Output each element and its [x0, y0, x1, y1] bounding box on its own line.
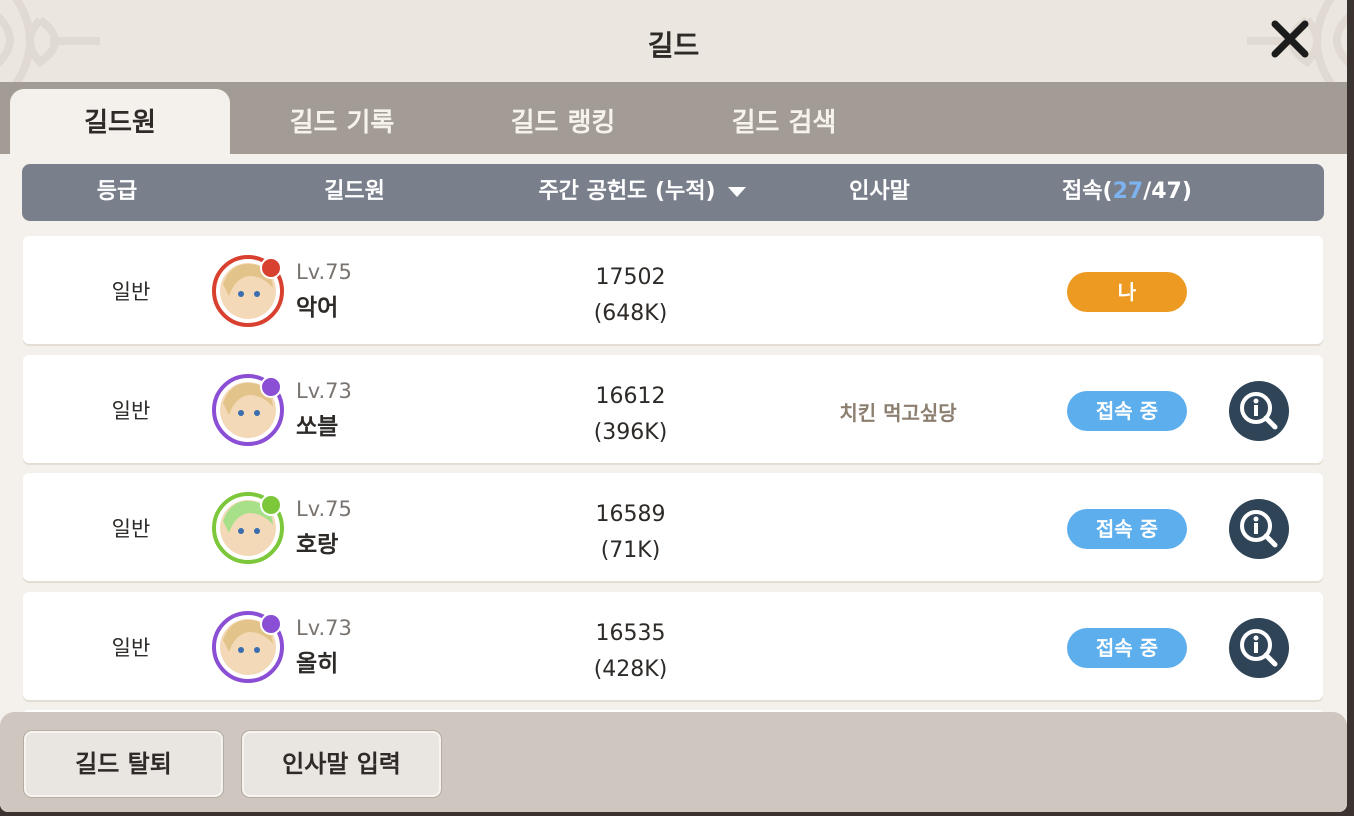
member-level: Lv.73	[296, 379, 352, 403]
greeting-input-button[interactable]: 인사말 입력	[242, 731, 441, 797]
magnifier-info-icon[interactable]	[1228, 617, 1290, 679]
total-contribution: (648K)	[593, 301, 668, 326]
member-level: Lv.75	[296, 497, 352, 521]
guild-window: 길드 길드원 길드 기록 길드 랭킹 길드 검색 등급 길드원 주간 공헌도 (…	[0, 0, 1347, 812]
member-grade: 일반	[111, 636, 151, 660]
member-greeting: 치킨 먹고싶당	[839, 401, 957, 425]
member-contribution: 16535 (428K)	[563, 616, 698, 688]
total-contribution: (396K)	[593, 420, 668, 445]
magnifier-info-icon[interactable]	[1228, 498, 1290, 560]
bottom-bar: 길드 탈퇴 인사말 입력	[0, 712, 1347, 812]
tab-members[interactable]: 길드원	[10, 89, 230, 154]
header-member: 길드원	[324, 179, 385, 204]
status-badge: 접속 중	[1067, 628, 1187, 668]
total-contribution: (71K)	[600, 538, 661, 563]
member-grade: 일반	[111, 399, 151, 423]
window-title: 길드	[647, 29, 700, 62]
header-online-label: 접속(	[1062, 179, 1113, 204]
header-grade: 등급	[96, 179, 138, 204]
member-contribution: 16589 (71K)	[563, 497, 698, 569]
weekly-contribution: 16589	[595, 502, 666, 527]
member-avatar[interactable]	[211, 254, 285, 328]
member-contribution: 17502 (648K)	[563, 260, 698, 332]
member-row[interactable]: 일반 Lv.75 호랑 16589 (71K) 접속 중	[23, 473, 1323, 581]
tab-bar: 길드원 길드 기록 길드 랭킹 길드 검색	[0, 82, 1347, 154]
member-grade: 일반	[111, 517, 151, 541]
status-badge: 나	[1067, 272, 1187, 312]
weekly-contribution: 16535	[595, 621, 666, 646]
table-header: 등급 길드원 주간 공헌도 (누적) 인사말 접속(27/47)	[22, 164, 1324, 221]
sort-down-icon	[727, 187, 746, 197]
member-row[interactable]: 일반 Lv.73 올히 16535 (428K) 접속 중	[23, 592, 1323, 700]
weekly-contribution: 16612	[595, 384, 666, 409]
member-avatar[interactable]	[211, 373, 285, 447]
header-contribution-label: 주간 공헌도 (누적)	[538, 179, 716, 204]
member-avatar[interactable]	[211, 491, 285, 565]
member-avatar[interactable]	[211, 610, 285, 684]
magnifier-info-icon[interactable]	[1228, 380, 1290, 442]
member-name: 악어	[296, 295, 339, 321]
header-online: 접속(27/47)	[1032, 164, 1222, 221]
weekly-contribution: 17502	[595, 265, 666, 290]
tab-guild-search[interactable]: 길드 검색	[674, 89, 894, 154]
tab-guild-ranking[interactable]: 길드 랭킹	[453, 89, 673, 154]
member-row[interactable]: 일반 Lv.73 쏘블 16612 (396K) 치킨 먹고싶당 접속 중	[23, 355, 1323, 463]
online-total: /47)	[1143, 179, 1192, 204]
member-row[interactable]: 일반 Lv.75 악어 17502 (648K) 나	[23, 236, 1323, 344]
member-level: Lv.73	[296, 616, 352, 640]
header-contribution-sort[interactable]: 주간 공헌도 (누적)	[522, 164, 762, 221]
close-icon[interactable]	[1269, 18, 1311, 60]
member-level: Lv.75	[296, 260, 352, 284]
total-contribution: (428K)	[593, 657, 668, 682]
title-bar: 길드	[0, 0, 1347, 82]
member-name: 올히	[296, 651, 339, 677]
member-grade: 일반	[111, 280, 151, 304]
leave-guild-button[interactable]: 길드 탈퇴	[24, 731, 223, 797]
status-badge: 접속 중	[1067, 509, 1187, 549]
tab-guild-log[interactable]: 길드 기록	[232, 89, 452, 154]
status-badge: 접속 중	[1067, 391, 1187, 431]
member-contribution: 16612 (396K)	[563, 379, 698, 451]
member-name: 쏘블	[296, 414, 339, 440]
online-count: 27	[1112, 179, 1144, 204]
header-greeting: 인사말	[849, 179, 910, 204]
member-name: 호랑	[296, 532, 339, 558]
